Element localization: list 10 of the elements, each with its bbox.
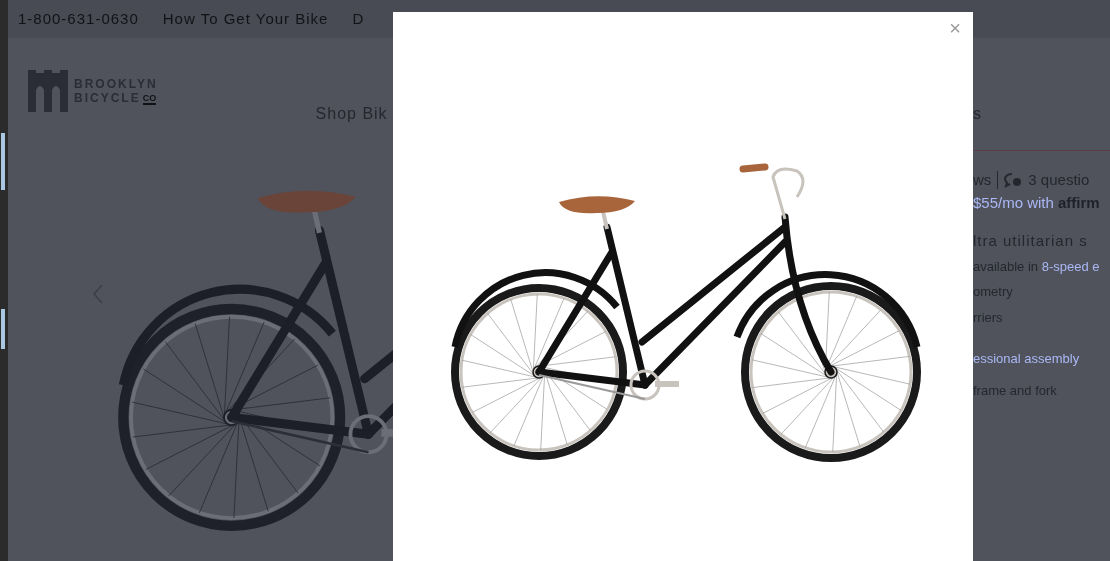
feature-link[interactable]: essional assembly: [973, 349, 1080, 369]
close-button[interactable]: ×: [949, 18, 961, 38]
feature-link[interactable]: 8-speed e: [1041, 256, 1100, 276]
logo-suffix: CO: [142, 93, 157, 105]
top-bar-link[interactable]: D: [352, 7, 365, 31]
financing-text: $55/mo with: [973, 192, 1054, 213]
top-bar-link[interactable]: How To Get Your Bike: [162, 7, 329, 31]
phone-number[interactable]: 1-800-631-0630: [18, 7, 139, 31]
chat-bubbles-icon: [1004, 172, 1023, 189]
bridge-tower-icon: [28, 70, 68, 112]
